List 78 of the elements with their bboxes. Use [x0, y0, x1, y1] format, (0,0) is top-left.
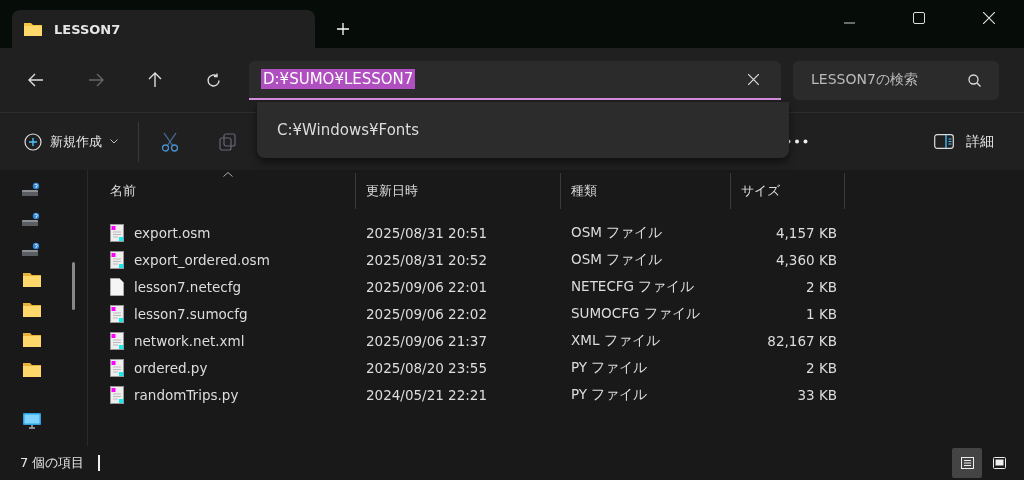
file-size: 4,157 KB: [774, 224, 838, 241]
panel-icon: [934, 134, 954, 149]
sort-caret-icon: [222, 172, 233, 177]
document-icon: [110, 250, 124, 269]
plus-circle-icon: [24, 132, 42, 151]
document-icon: [110, 304, 124, 323]
file-type: XML ファイル: [570, 331, 661, 350]
modified-date: 2025/08/20 23:55: [365, 359, 488, 376]
folder-icon[interactable]: [23, 271, 41, 287]
file-name[interactable]: lesson7.sumocfg: [134, 305, 248, 322]
network-drive-icon[interactable]: [22, 241, 42, 257]
file-type: SUMOCFG ファイル: [570, 304, 701, 323]
file-name[interactable]: export_ordered.osm: [134, 251, 270, 268]
document-icon: [110, 358, 124, 377]
file-size: 2 KB: [805, 359, 838, 376]
file-size: 4,360 KB: [774, 251, 838, 268]
modified-date: 2025/09/06 22:02: [365, 305, 488, 322]
refresh-icon[interactable]: [206, 72, 221, 88]
modified-date: 2025/08/31 20:51: [365, 224, 488, 241]
file-name[interactable]: export.osm: [134, 224, 211, 241]
new-button[interactable]: 新規作成: [22, 128, 120, 155]
search-icon: [968, 73, 981, 87]
column-header[interactable]: 種類: [561, 173, 731, 209]
modified-date: 2025/08/31 20:52: [365, 251, 488, 268]
more-icon[interactable]: [786, 139, 808, 144]
file-name[interactable]: network.net.xml: [134, 332, 245, 349]
document-icon: [110, 223, 124, 242]
new-tab-icon[interactable]: [337, 23, 349, 35]
details-view-button[interactable]: [952, 448, 982, 478]
forward-icon[interactable]: [88, 73, 104, 87]
chevron-down-icon: [110, 139, 118, 144]
file-size: 82,167 KB: [766, 332, 838, 349]
scrollbar[interactable]: [72, 262, 75, 310]
monitor-icon[interactable]: [23, 413, 41, 429]
modified-date: 2024/05/21 22:21: [365, 386, 488, 403]
suggestion-item[interactable]: C:¥Windows¥Fonts: [257, 121, 420, 139]
tab[interactable]: LESSON7: [12, 10, 315, 48]
file-type: PY ファイル: [570, 358, 649, 377]
document-icon: [110, 385, 124, 404]
item-count: 7 個の項目: [20, 454, 85, 472]
column-header[interactable]: サイズ: [731, 173, 845, 209]
up-icon[interactable]: [148, 72, 162, 88]
file-name[interactable]: ordered.py: [134, 359, 208, 376]
file-size: 1 KB: [805, 305, 838, 322]
folder-icon: [24, 22, 42, 36]
file-type: PY ファイル: [570, 385, 649, 404]
column-header[interactable]: 更新日時: [356, 173, 561, 209]
network-drive-icon[interactable]: [22, 181, 42, 197]
file-size: 33 KB: [796, 386, 838, 403]
modified-date: 2025/09/06 22:01: [365, 278, 488, 295]
tiles-icon: [992, 457, 1006, 469]
document-icon: [110, 331, 124, 350]
file-type: OSM ファイル: [570, 250, 664, 269]
file-name[interactable]: lesson7.netecfg: [134, 278, 242, 295]
back-icon[interactable]: [28, 73, 44, 87]
folder-icon[interactable]: [23, 361, 41, 377]
file-name[interactable]: randomTrips.py: [134, 386, 239, 403]
address-field[interactable]: D:¥SUMO¥LESSON7: [249, 60, 781, 100]
address-text: D:¥SUMO¥LESSON7: [261, 69, 416, 89]
file-type: OSM ファイル: [570, 223, 664, 242]
modified-date: 2025/09/06 21:37: [365, 332, 488, 349]
details-button[interactable]: 詳細: [932, 128, 996, 155]
file-size: 2 KB: [805, 278, 838, 295]
search-field[interactable]: LESSON7の検索: [793, 60, 999, 100]
folder-icon[interactable]: [23, 331, 41, 347]
maximize-icon[interactable]: [913, 12, 925, 24]
file-type: NETECFG ファイル: [570, 277, 696, 296]
blank-file-icon: [110, 277, 124, 296]
copy-icon[interactable]: [219, 132, 237, 151]
close-icon[interactable]: [983, 12, 995, 24]
network-drive-icon[interactable]: [22, 211, 42, 227]
folder-icon[interactable]: [23, 301, 41, 317]
tab-title: LESSON7: [54, 21, 121, 37]
scissors-icon[interactable]: [161, 131, 179, 152]
column-header[interactable]: 名前: [100, 173, 356, 209]
clear-icon[interactable]: [748, 73, 759, 85]
search-placeholder: LESSON7の検索: [811, 71, 918, 89]
list-icon: [960, 457, 974, 469]
